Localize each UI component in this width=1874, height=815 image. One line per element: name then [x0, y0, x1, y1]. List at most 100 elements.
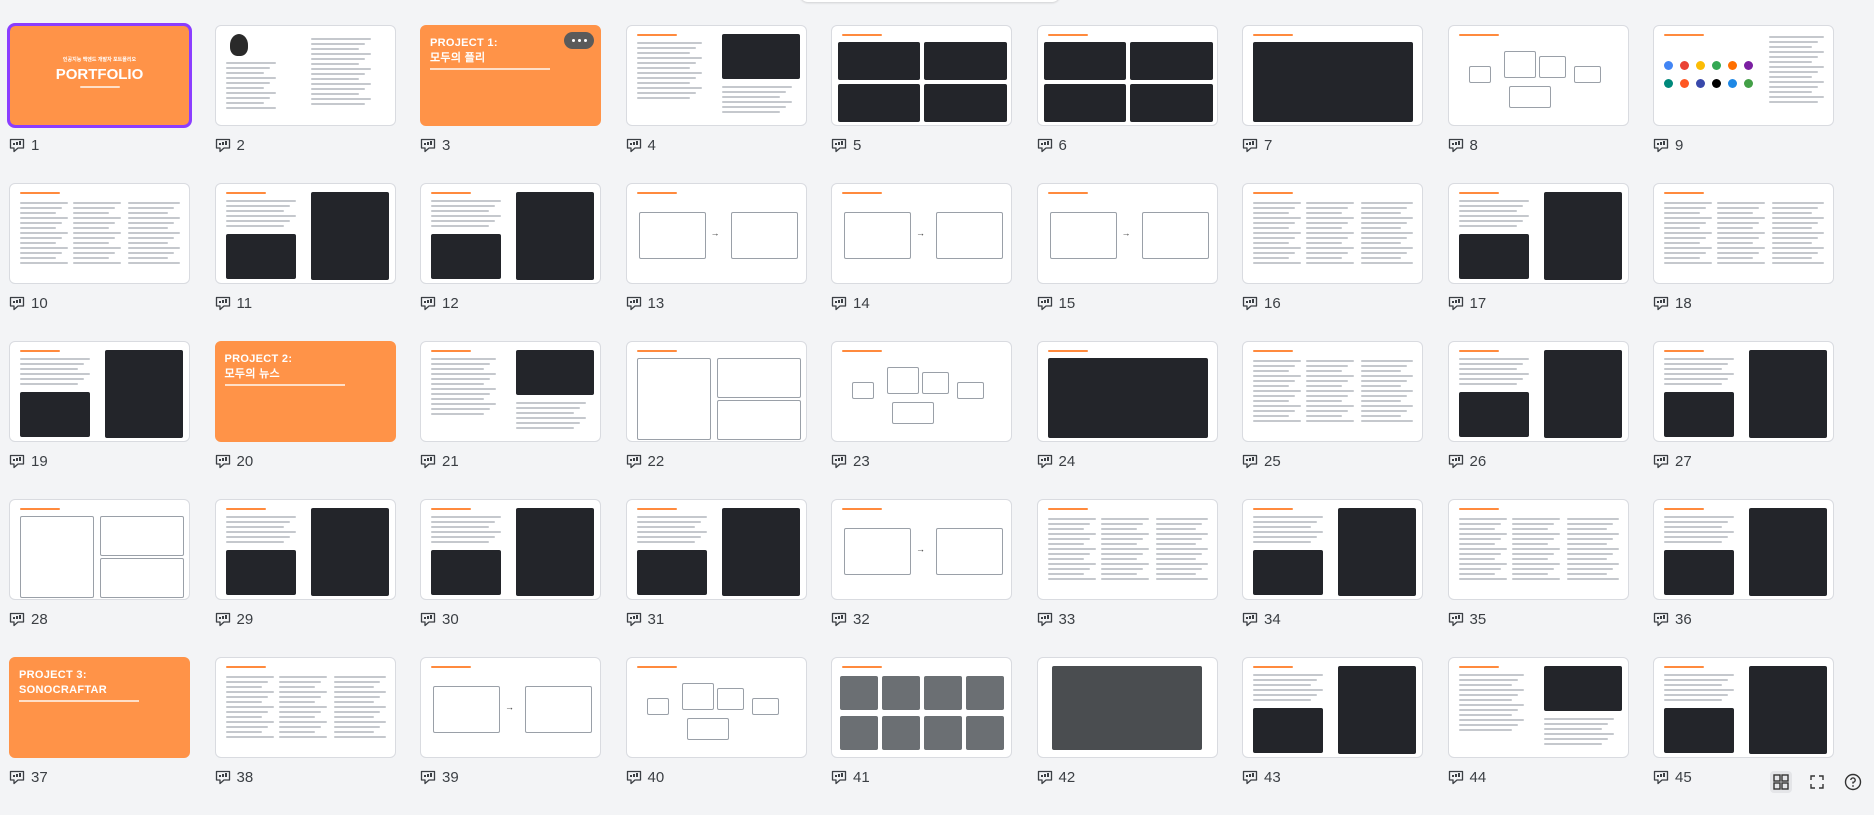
- slide-thumbnail[interactable]: [9, 341, 190, 442]
- presentation-comment-icon[interactable]: [9, 770, 25, 785]
- slide-thumbnail[interactable]: [625, 657, 807, 758]
- presentation-comment-icon[interactable]: [831, 770, 847, 785]
- slide-thumbnail[interactable]: →: [831, 499, 1012, 600]
- presentation-comment-icon[interactable]: [1653, 138, 1669, 153]
- text-line: [1458, 689, 1524, 691]
- presentation-comment-icon[interactable]: [1037, 770, 1053, 785]
- presentation-comment-icon[interactable]: [420, 770, 436, 785]
- slide-thumbnail[interactable]: [1036, 499, 1218, 600]
- slide-thumbnail[interactable]: PROJECT 2: 모두의 뉴스: [214, 341, 396, 442]
- help-icon[interactable]: [1842, 771, 1864, 793]
- presentation-comment-icon[interactable]: [1037, 454, 1053, 469]
- presentation-comment-icon[interactable]: [215, 454, 231, 469]
- presentation-comment-icon[interactable]: [1448, 454, 1464, 469]
- slide-thumbnail[interactable]: [625, 25, 807, 126]
- presentation-comment-icon[interactable]: [9, 138, 25, 153]
- presentation-comment-icon[interactable]: [1242, 296, 1258, 311]
- slide-thumbnail[interactable]: [214, 183, 396, 284]
- slide-thumbnail[interactable]: [214, 25, 396, 126]
- slide-thumbnail[interactable]: [1447, 341, 1629, 442]
- slide-thumbnail[interactable]: [1242, 499, 1423, 600]
- slide-thumbnail[interactable]: [9, 499, 190, 600]
- slide-thumbnail[interactable]: [1242, 183, 1423, 284]
- presentation-comment-icon[interactable]: [831, 296, 847, 311]
- presentation-comment-icon[interactable]: [420, 454, 436, 469]
- presentation-comment-icon[interactable]: [215, 612, 231, 627]
- presentation-comment-icon[interactable]: [1242, 770, 1258, 785]
- slide-thumbnail[interactable]: [1447, 183, 1629, 284]
- slide-thumbnail[interactable]: →: [831, 183, 1012, 284]
- slide-thumbnail[interactable]: [214, 499, 396, 600]
- slide-thumbnail[interactable]: [1242, 25, 1423, 126]
- slide-thumbnail[interactable]: [831, 25, 1012, 126]
- presentation-comment-icon[interactable]: [420, 138, 436, 153]
- presentation-comment-icon[interactable]: [831, 612, 847, 627]
- presentation-comment-icon[interactable]: [420, 296, 436, 311]
- presentation-comment-icon[interactable]: [9, 296, 25, 311]
- presentation-comment-icon[interactable]: [9, 454, 25, 469]
- presentation-comment-icon[interactable]: [1242, 138, 1258, 153]
- slide-thumbnail[interactable]: [831, 341, 1012, 442]
- presentation-comment-icon[interactable]: [831, 454, 847, 469]
- presentation-comment-icon[interactable]: [626, 138, 642, 153]
- slide-thumbnail[interactable]: [1242, 341, 1423, 442]
- presentation-comment-icon[interactable]: [1653, 612, 1669, 627]
- grid-view-icon[interactable]: [1770, 771, 1792, 793]
- slide-thumbnail[interactable]: [1447, 657, 1629, 758]
- presentation-comment-icon[interactable]: [831, 138, 847, 153]
- slide-thumbnail[interactable]: [1653, 341, 1834, 442]
- presentation-comment-icon[interactable]: [1448, 296, 1464, 311]
- slide-thumbnail[interactable]: 인공지능 백엔드 개발자 포트폴리오 PORTFOLIO: [7, 23, 192, 128]
- slide-thumbnail[interactable]: [1036, 657, 1218, 758]
- presentation-comment-icon[interactable]: [1448, 138, 1464, 153]
- slide-thumbnail[interactable]: [1036, 25, 1218, 126]
- slide-thumbnail[interactable]: [831, 657, 1012, 758]
- presentation-comment-icon[interactable]: [1448, 612, 1464, 627]
- presentation-comment-icon[interactable]: [1242, 612, 1258, 627]
- slide-cell: 26: [1447, 341, 1629, 499]
- fullscreen-icon[interactable]: [1806, 771, 1828, 793]
- presentation-comment-icon[interactable]: [1448, 770, 1464, 785]
- presentation-comment-icon[interactable]: [626, 770, 642, 785]
- more-options-button[interactable]: [564, 32, 594, 49]
- presentation-comment-icon[interactable]: [1037, 138, 1053, 153]
- slide-thumbnail[interactable]: →: [1036, 183, 1218, 284]
- slide-thumbnail[interactable]: →: [625, 183, 807, 284]
- presentation-comment-icon[interactable]: [215, 138, 231, 153]
- text-line: [1361, 405, 1413, 407]
- presentation-comment-icon[interactable]: [1653, 296, 1669, 311]
- presentation-comment-icon[interactable]: [1037, 296, 1053, 311]
- presentation-comment-icon[interactable]: [1653, 770, 1669, 785]
- presentation-comment-icon[interactable]: [626, 612, 642, 627]
- slide-thumbnail[interactable]: [625, 499, 807, 600]
- slide-thumbnail[interactable]: [9, 183, 190, 284]
- slide-thumbnail[interactable]: PROJECT 1: 모두의 플리: [420, 25, 601, 126]
- slide-thumbnail[interactable]: PROJECT 3: SONOCRAFTAR: [9, 657, 190, 758]
- screenshot-area: [721, 34, 800, 79]
- presentation-comment-icon[interactable]: [626, 296, 642, 311]
- slide-thumbnail[interactable]: →: [420, 657, 601, 758]
- slide-thumbnail[interactable]: [1653, 499, 1834, 600]
- presentation-comment-icon[interactable]: [215, 296, 231, 311]
- slide-thumbnail[interactable]: [1242, 657, 1423, 758]
- slide-thumbnail[interactable]: [1653, 657, 1834, 758]
- presentation-comment-icon[interactable]: [1242, 454, 1258, 469]
- presentation-comment-icon[interactable]: [1037, 612, 1053, 627]
- presentation-comment-icon[interactable]: [9, 612, 25, 627]
- text-line: [1769, 101, 1818, 103]
- slide-thumbnail[interactable]: [1447, 499, 1629, 600]
- slide-thumbnail[interactable]: [214, 657, 396, 758]
- slide-thumbnail[interactable]: [1036, 341, 1218, 442]
- slide-thumbnail[interactable]: [1447, 25, 1629, 126]
- slide-thumbnail[interactable]: [420, 341, 601, 442]
- slide-thumbnail[interactable]: [1653, 183, 1834, 284]
- presentation-comment-icon[interactable]: [420, 612, 436, 627]
- presentation-comment-icon[interactable]: [1653, 454, 1669, 469]
- slide-thumbnail[interactable]: [420, 183, 601, 284]
- slide-thumbnail[interactable]: [420, 499, 601, 600]
- presentation-comment-icon[interactable]: [215, 770, 231, 785]
- slide-thumbnail[interactable]: [1653, 25, 1834, 126]
- slide-thumbnail[interactable]: [625, 341, 807, 442]
- text-line: [1253, 257, 1289, 259]
- presentation-comment-icon[interactable]: [626, 454, 642, 469]
